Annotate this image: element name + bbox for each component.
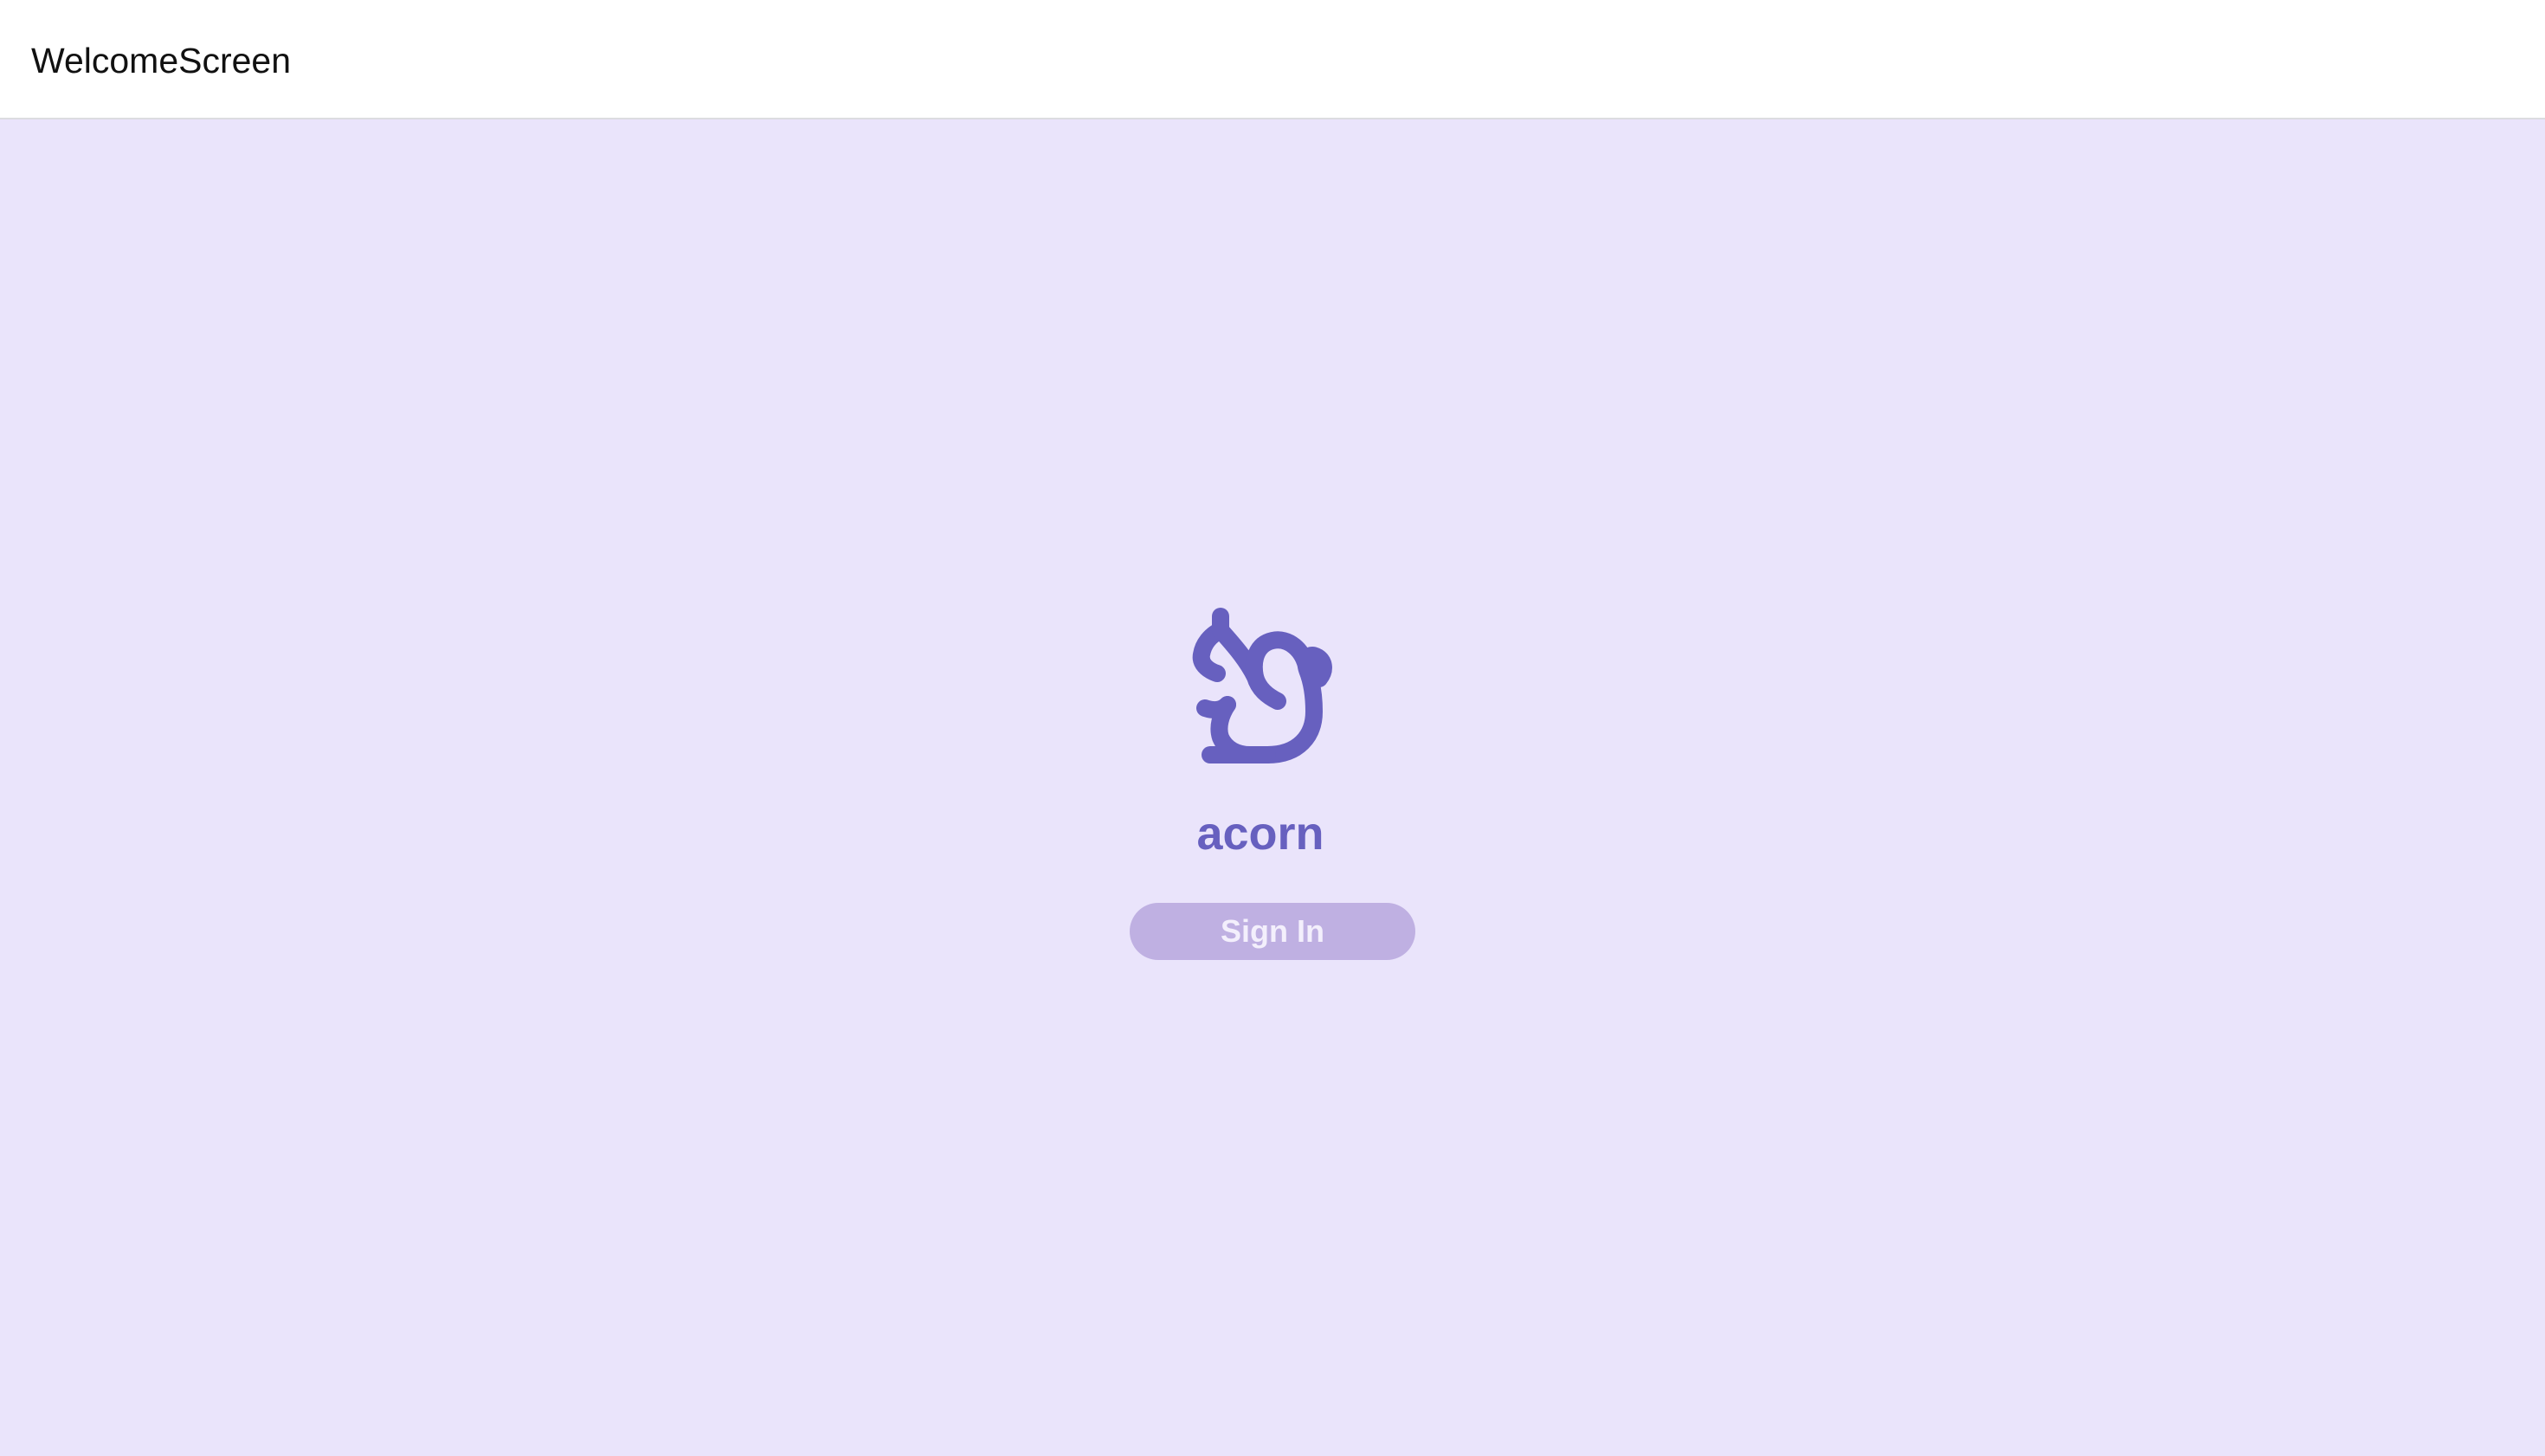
squirrel-strokes [1192,608,1332,763]
squirrel-icon [1160,606,1385,814]
window-title: WelcomeScreen [31,41,292,81]
squirrel-logo-svg [1192,608,1332,763]
brand-wordmark: acorn [1196,808,1324,860]
sign-in-button[interactable]: Sign In [1130,903,1415,960]
squirrel-tail [1245,631,1332,763]
title-bar: WelcomeScreen [0,0,2545,119]
